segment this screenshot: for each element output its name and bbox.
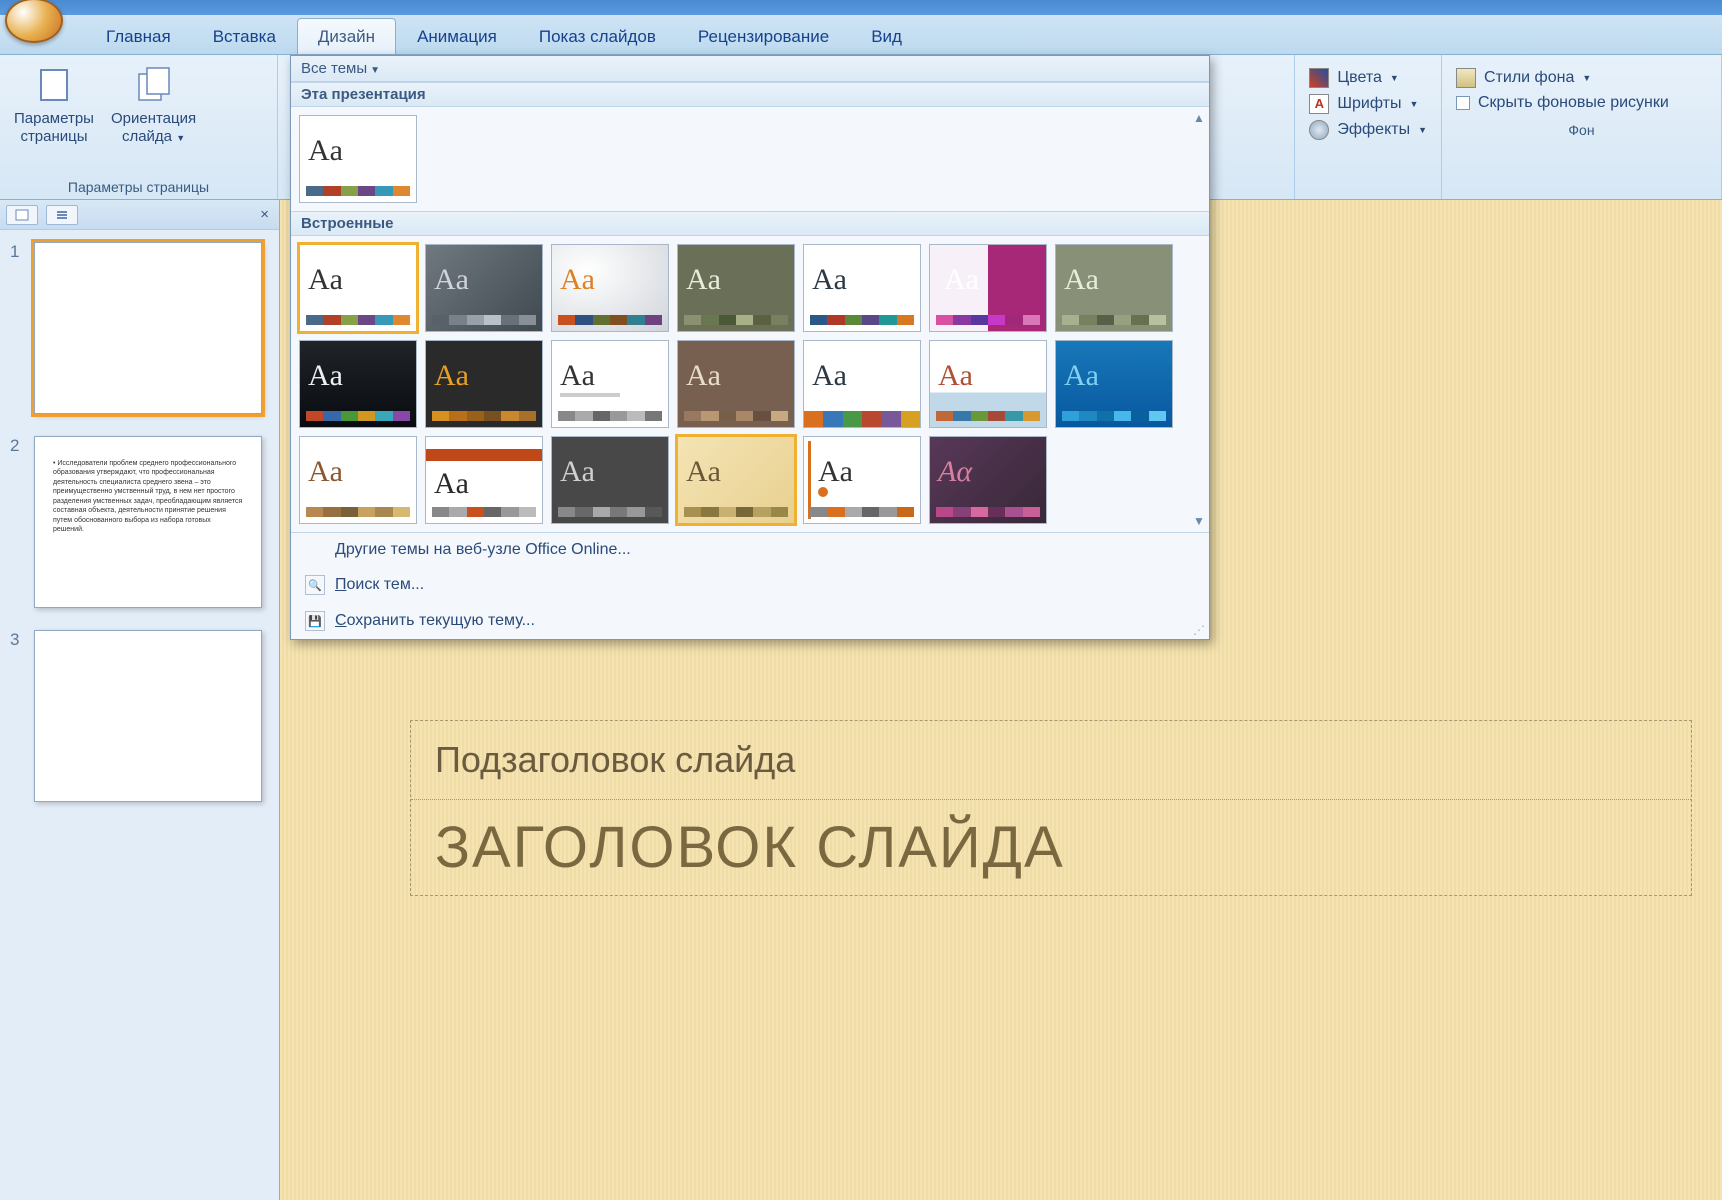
theme-4[interactable]: Aa <box>677 244 795 332</box>
theme-office[interactable]: Aa <box>299 244 417 332</box>
gallery-search-themes[interactable]: 🔍 Поиск тем... <box>291 567 1209 603</box>
orientation-icon <box>133 64 175 106</box>
theme-20[interactable]: Aα <box>929 436 1047 524</box>
theme-current[interactable]: Aa <box>299 115 417 203</box>
bg-styles-icon <box>1456 68 1476 88</box>
tab-design[interactable]: Дизайн <box>297 18 396 54</box>
tab-view[interactable]: Вид <box>850 18 923 54</box>
theme-18-selected[interactable]: Aa <box>677 436 795 524</box>
slide-orientation-button[interactable]: Ориентация слайда ▼ <box>105 60 202 150</box>
slides-tab-icon <box>15 209 29 221</box>
thumb-number: 3 <box>10 630 26 802</box>
tab-animation[interactable]: Анимация <box>396 18 518 54</box>
theme-9[interactable]: Aa <box>425 340 543 428</box>
group-page-setup: Параметры страницы Ориентация слайда ▼ П… <box>0 55 278 199</box>
theme-gallery-dropdown: Все темы▼ Эта презентация ▲ Aa Встроенны… <box>290 55 1210 640</box>
save-theme-icon: 💾 <box>305 611 325 631</box>
titlebar <box>0 0 1722 15</box>
panel-tab-outline[interactable] <box>46 205 78 225</box>
hide-bg-checkbox[interactable]: Скрыть фоновые рисунки <box>1456 94 1707 112</box>
page-setup-icon <box>33 64 75 106</box>
bg-styles-button[interactable]: Стили фона ▼ <box>1456 68 1707 88</box>
group-background: Стили фона ▼ Скрыть фоновые рисунки Фон <box>1442 55 1722 199</box>
theme-3[interactable]: Aa <box>551 244 669 332</box>
gallery-all-themes[interactable]: Все темы▼ <box>291 56 1209 82</box>
outline-tab-icon <box>55 209 69 221</box>
effects-icon <box>1309 120 1329 140</box>
fonts-icon: A <box>1309 94 1329 114</box>
theme-16[interactable]: Aa <box>425 436 543 524</box>
thumb-number: 1 <box>10 242 26 414</box>
theme-19[interactable]: Aa <box>803 436 921 524</box>
slide-thumbnails: 1 2 • Исследователи проблем среднего про… <box>0 230 279 1200</box>
panel-tab-slides[interactable] <box>6 205 38 225</box>
title-placeholder[interactable]: Заголовок слайда <box>411 800 1691 895</box>
slide-content-frame[interactable]: Подзаголовок слайда Заголовок слайда <box>410 720 1692 896</box>
slide-panel: × 1 2 • Исследователи проблем среднего п… <box>0 200 280 1200</box>
theme-2[interactable]: Aa <box>425 244 543 332</box>
tab-insert[interactable]: Вставка <box>192 18 297 54</box>
theme-11[interactable]: Aa <box>677 340 795 428</box>
panel-tabs: × <box>0 200 279 230</box>
effects-button[interactable]: Эффекты ▼ <box>1309 120 1427 140</box>
gallery-more-online[interactable]: Другие темы на веб-узле Office Online... <box>291 533 1209 567</box>
panel-close-button[interactable]: × <box>256 206 273 223</box>
theme-10[interactable]: Aa <box>551 340 669 428</box>
theme-5[interactable]: Aa <box>803 244 921 332</box>
theme-17[interactable]: Aa <box>551 436 669 524</box>
theme-6[interactable]: Aa <box>929 244 1047 332</box>
group-label-page-setup: Параметры страницы <box>8 177 269 197</box>
ribbon-tabs: Главная Вставка Дизайн Анимация Показ сл… <box>0 15 1722 55</box>
theme-12[interactable]: Aa <box>803 340 921 428</box>
gallery-section-builtin: Встроенные <box>291 211 1209 236</box>
colors-button[interactable]: Цвета ▼ <box>1309 68 1427 88</box>
tab-slideshow[interactable]: Показ слайдов <box>518 18 677 54</box>
tab-home[interactable]: Главная <box>85 18 192 54</box>
slide-thumbnail-2[interactable]: • Исследователи проблем среднего професс… <box>34 436 262 608</box>
group-theme-options: Цвета ▼ A Шрифты ▼ Эффекты ▼ <box>1294 55 1442 199</box>
page-setup-button[interactable]: Параметры страницы <box>8 60 100 150</box>
slide-thumbnail-3[interactable] <box>34 630 262 802</box>
colors-icon <box>1309 68 1329 88</box>
fonts-button[interactable]: A Шрифты ▼ <box>1309 94 1427 114</box>
office-button[interactable] <box>5 0 63 43</box>
resize-grip-icon[interactable]: ⋰ <box>1193 623 1205 637</box>
gallery-scroll-up[interactable]: ▲ <box>1191 111 1207 125</box>
thumb-number: 2 <box>10 436 26 608</box>
checkbox-icon <box>1456 96 1470 110</box>
subtitle-placeholder[interactable]: Подзаголовок слайда <box>411 721 1691 800</box>
theme-15[interactable]: Aa <box>299 436 417 524</box>
group-label-background: Фон <box>1450 120 1713 140</box>
theme-7[interactable]: Aa <box>1055 244 1173 332</box>
gallery-scroll-down[interactable]: ▼ <box>1191 514 1207 528</box>
theme-8[interactable]: Aa <box>299 340 417 428</box>
theme-14[interactable]: Aa <box>1055 340 1173 428</box>
theme-13[interactable]: Aa <box>929 340 1047 428</box>
tab-review[interactable]: Рецензирование <box>677 18 850 54</box>
slide-thumbnail-1[interactable] <box>34 242 262 414</box>
gallery-save-theme[interactable]: 💾 Сохранить текущую тему... <box>291 603 1209 639</box>
search-themes-icon: 🔍 <box>305 575 325 595</box>
gallery-section-this-presentation: Эта презентация <box>291 82 1209 107</box>
